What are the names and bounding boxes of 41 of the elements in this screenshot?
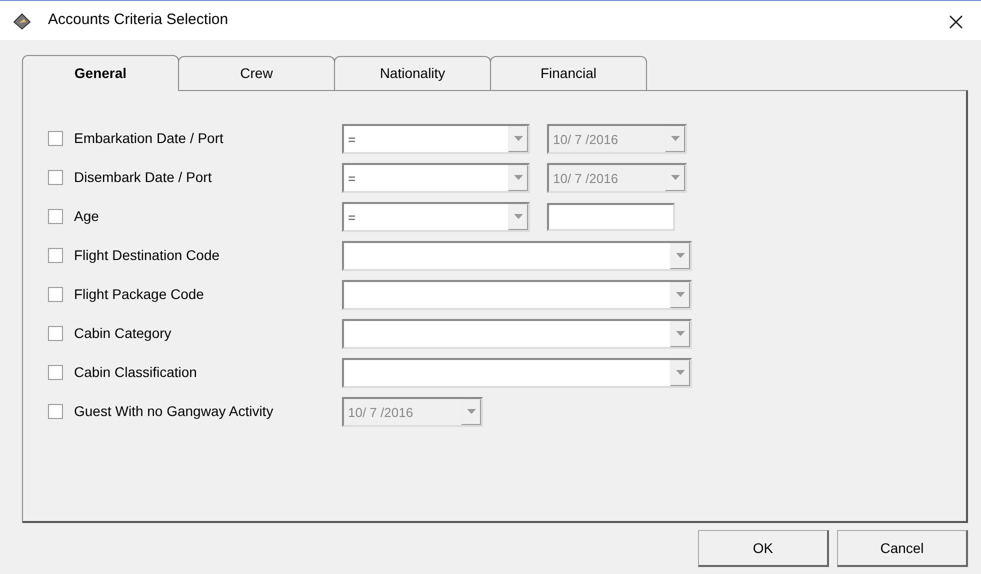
criterion-label: Cabin Classification <box>74 363 198 382</box>
dropdown[interactable] <box>342 358 692 388</box>
operator-dropdown[interactable]: = <box>342 162 530 192</box>
dropdown-arrow-icon <box>676 331 684 336</box>
operator-dropdown[interactable]: = <box>342 124 530 154</box>
dropdown-arrow-icon <box>514 136 522 141</box>
criterion-label: Flight Package Code <box>74 285 205 304</box>
checkbox[interactable] <box>48 326 63 341</box>
dropdown-arrow-icon <box>670 136 680 141</box>
criterion-label: Age <box>74 207 100 226</box>
checkbox[interactable] <box>48 248 63 263</box>
dropdown-arrow-icon <box>676 292 684 297</box>
dropdown-arrow-icon <box>466 409 476 414</box>
checkbox[interactable] <box>48 287 63 302</box>
window-title: Accounts Criteria Selection <box>48 10 228 30</box>
criterion-label: Flight Destination Code <box>74 246 221 265</box>
dropdown-arrow-icon <box>676 253 684 258</box>
dropdown[interactable] <box>342 280 692 310</box>
checkbox[interactable] <box>48 365 63 380</box>
text-field[interactable] <box>547 202 675 230</box>
dropdown-arrow-icon <box>676 370 684 375</box>
dropdown-arrow-icon <box>514 175 522 180</box>
operator-dropdown[interactable]: = <box>342 202 530 232</box>
dropdown[interactable] <box>342 240 692 270</box>
tab[interactable]: Financial <box>490 56 647 90</box>
checkbox[interactable] <box>48 404 63 419</box>
close-icon <box>949 14 963 29</box>
criterion-label: Guest With no Gangway Activity <box>74 402 274 421</box>
checkbox[interactable] <box>48 170 63 185</box>
tab[interactable]: General <box>22 55 179 91</box>
dropdown[interactable] <box>342 318 692 348</box>
checkbox[interactable] <box>48 209 63 224</box>
dialog-button[interactable]: OK <box>698 530 829 567</box>
dropdown-arrow-icon <box>670 175 680 180</box>
app-icon <box>12 12 32 30</box>
criterion-label: Embarkation Date / Port <box>74 129 224 148</box>
dialog-button[interactable]: Cancel <box>837 530 968 567</box>
dropdown-arrow-icon <box>514 214 522 219</box>
criterion-label: Disembark Date / Port <box>74 168 213 187</box>
criterion-label: Cabin Category <box>74 324 172 343</box>
checkbox[interactable] <box>48 131 63 146</box>
